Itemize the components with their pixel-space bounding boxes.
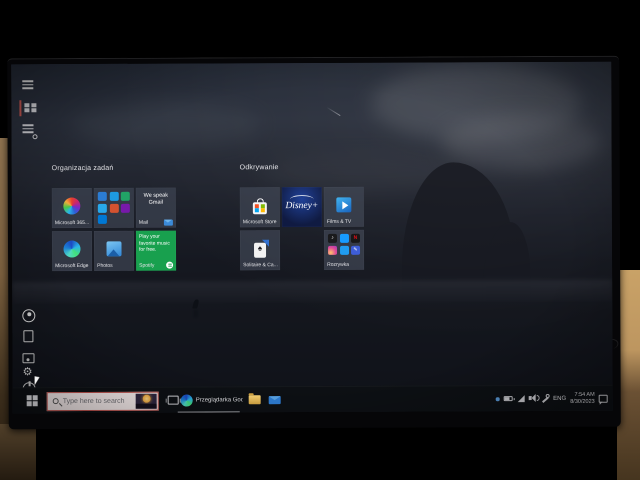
tile-label: Films & TV bbox=[327, 219, 362, 225]
mail-tile-text: We speak Gmail bbox=[140, 193, 172, 207]
solitaire-icon bbox=[254, 243, 266, 258]
battery-icon bbox=[504, 396, 513, 401]
tile-disney-plus[interactable]: Disney+ bbox=[282, 187, 322, 227]
tray-app-icon bbox=[496, 397, 500, 401]
start-button[interactable] bbox=[23, 388, 43, 413]
spotify-tile-text: Play your favorite music for free. bbox=[139, 234, 173, 254]
hamburger-icon bbox=[22, 80, 33, 82]
edge-window-label: Przeglądarka Googl... bbox=[196, 397, 243, 403]
windows-logo-icon bbox=[27, 395, 38, 406]
photos-icon bbox=[106, 241, 121, 256]
powerpoint-icon bbox=[109, 203, 118, 212]
tile-label: Solitaire & Ca... bbox=[243, 262, 278, 268]
folder-icon bbox=[249, 395, 261, 404]
tile-label: Microsoft Store bbox=[243, 219, 278, 225]
user-icon bbox=[27, 312, 31, 316]
action-center-icon bbox=[599, 395, 608, 403]
tile-photos[interactable]: Photos bbox=[94, 231, 134, 271]
user-account-button[interactable] bbox=[22, 309, 35, 322]
taskbar: Type here to search Przeglądarka Googl..… bbox=[13, 385, 613, 414]
network-icon bbox=[518, 395, 525, 402]
tile-label: Microsoft Edge bbox=[55, 263, 90, 269]
tile-microsoft-edge[interactable]: Microsoft Edge bbox=[52, 231, 92, 271]
microsoft-365-icon bbox=[63, 198, 80, 215]
search-placeholder: Type here to search bbox=[63, 397, 136, 404]
start-menu-button[interactable] bbox=[19, 78, 39, 94]
films-and-tv-icon bbox=[336, 197, 351, 212]
onedrive-icon bbox=[98, 203, 107, 212]
netflix-icon: N bbox=[351, 234, 360, 243]
laptop-screen: ⚙ Organizacja zadań Microsoft 365... We … bbox=[11, 62, 613, 414]
tray-date: 8/30/2023 bbox=[565, 399, 595, 406]
mail-taskbar-button[interactable] bbox=[265, 387, 285, 413]
pinned-tiles-icon bbox=[24, 103, 39, 112]
tile-label: Microsoft 365... bbox=[55, 220, 90, 226]
disney-plus-logo: Disney+ bbox=[282, 201, 322, 211]
tile-microsoft-365[interactable]: Microsoft 365... bbox=[52, 188, 92, 228]
edge-icon bbox=[63, 241, 80, 258]
edge-icon bbox=[181, 395, 193, 407]
pictures-button[interactable] bbox=[22, 353, 34, 363]
spotify-icon bbox=[166, 261, 173, 268]
file-explorer-button[interactable] bbox=[245, 387, 265, 413]
bing-daily-image[interactable] bbox=[136, 393, 157, 408]
mail-icon bbox=[269, 396, 281, 404]
tiktok-icon: ♪ bbox=[328, 234, 337, 243]
prime-video-icon bbox=[339, 234, 348, 243]
all-apps-button[interactable] bbox=[19, 122, 39, 138]
edge-taskbar-button[interactable]: Przeglądarka Googl... bbox=[175, 387, 243, 413]
network-status[interactable] bbox=[516, 386, 527, 412]
mouse-cursor bbox=[35, 376, 40, 385]
office-apps-icons bbox=[98, 192, 130, 224]
microsoft-store-icon bbox=[253, 202, 267, 214]
tile-label: Rozrywka bbox=[327, 262, 362, 268]
pictures-icon bbox=[26, 358, 29, 361]
tile-mail[interactable]: We speak Gmail Mail bbox=[136, 188, 176, 228]
background-wall-bottom-left bbox=[0, 424, 36, 480]
laptop-frame: ⚙ Organizacja zadań Microsoft 365... We … bbox=[7, 56, 621, 430]
tile-films-and-tv[interactable]: Films & TV bbox=[324, 187, 364, 227]
tile-microsoft-store[interactable]: Microsoft Store bbox=[240, 187, 280, 227]
word-icon bbox=[98, 192, 107, 201]
hidden-icons-button[interactable] bbox=[494, 386, 502, 412]
onenote-icon bbox=[121, 203, 130, 212]
power-icon bbox=[29, 381, 31, 386]
tile-entertainment-folder[interactable]: ♪ N ✎ Rozrywka bbox=[324, 230, 364, 270]
skype-icon bbox=[98, 215, 107, 224]
tile-spotify[interactable]: Play your favorite music for free. Spoti… bbox=[136, 231, 176, 271]
group-title: Organizacja zadań bbox=[52, 165, 114, 172]
battery-status[interactable] bbox=[503, 386, 516, 412]
all-apps-icon bbox=[22, 124, 33, 126]
pinned-tiles-button[interactable] bbox=[19, 100, 39, 116]
tile-label: Photos bbox=[97, 263, 132, 269]
search-input[interactable]: Type here to search bbox=[47, 391, 159, 410]
excel-icon bbox=[121, 192, 130, 201]
action-center-button[interactable] bbox=[597, 386, 611, 412]
outlook-icon bbox=[109, 192, 118, 201]
tile-office-apps-folder[interactable] bbox=[94, 188, 134, 228]
active-window-indicator bbox=[178, 411, 240, 413]
documents-button[interactable] bbox=[23, 330, 33, 342]
group-title: Odkrywanie bbox=[240, 164, 279, 171]
search-icon bbox=[53, 398, 59, 404]
clock[interactable]: 7:54 AM 8/30/2023 bbox=[565, 386, 595, 412]
twitter-icon bbox=[340, 245, 349, 254]
mail-icon bbox=[164, 219, 173, 225]
tile-solitaire[interactable]: Solitaire & Ca... bbox=[240, 230, 280, 270]
volume-status[interactable] bbox=[527, 386, 539, 412]
sketch-pen-icon: ✎ bbox=[351, 245, 360, 254]
instagram-icon bbox=[328, 245, 337, 254]
